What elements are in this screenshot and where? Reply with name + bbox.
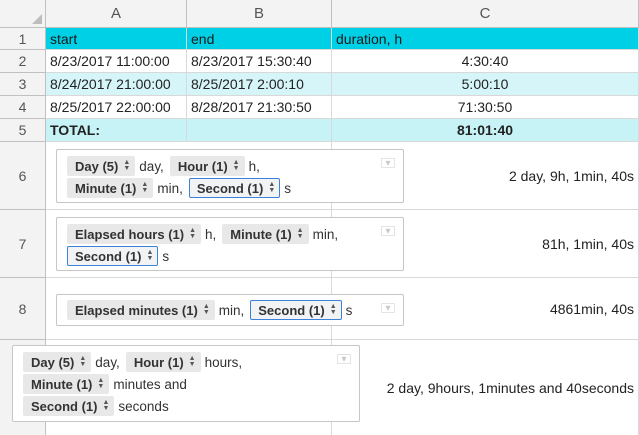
row-header-3[interactable]: 3 (0, 73, 46, 96)
cell-end[interactable]: 8/28/2017 21:30:50 (187, 96, 332, 119)
hour-separator[interactable]: h, (249, 159, 260, 174)
chip-arrows-icon: ▲ ▼ (102, 399, 110, 412)
select-all-corner[interactable] (0, 0, 46, 28)
chip-arrows-icon: ▲ ▼ (189, 227, 197, 240)
cell-duration[interactable]: 71:30:50 (332, 96, 639, 119)
cell-start[interactable]: 8/25/2017 22:00:00 (46, 96, 187, 119)
chip-arrows-icon: ▲ ▼ (202, 303, 210, 316)
format-editor-r8[interactable]: ▾ Elapsed minutes (1) ▲ ▼ min, Second (1) ▲… (56, 294, 404, 326)
hour-chip[interactable]: Hour (1) ▲ ▼ (169, 156, 245, 176)
second-separator[interactable]: s (346, 303, 353, 318)
cell-start[interactable]: 8/24/2017 21:00:00 (46, 73, 187, 96)
dropdown-icon[interactable]: ▾ (381, 158, 395, 169)
second-chip[interactable]: Second (1) ▲ ▼ (250, 300, 342, 320)
row-header-1[interactable]: 1 (0, 28, 46, 50)
row-header-8[interactable]: 8 (0, 278, 46, 340)
hour-separator[interactable]: hours, (205, 355, 243, 370)
day-chip[interactable]: Day (5) ▲ ▼ (23, 352, 92, 372)
total-label[interactable]: TOTAL: (46, 119, 187, 142)
minute-separator[interactable]: min, (157, 181, 183, 196)
cell-end[interactable]: 8/23/2017 15:30:40 (187, 50, 332, 73)
total-empty-cell[interactable] (187, 119, 332, 142)
cell-duration[interactable]: 5:00:10 (332, 73, 639, 96)
row-header-4[interactable]: 4 (0, 96, 46, 119)
column-header-b[interactable]: B (187, 0, 332, 28)
row-header-5[interactable]: 5 (0, 119, 46, 142)
header-start[interactable]: start (46, 28, 187, 50)
chip-arrows-icon: ▲ ▼ (79, 355, 87, 368)
second-chip[interactable]: Second (1) ▲ ▼ (188, 178, 281, 198)
minutes-separator[interactable]: min, (219, 303, 245, 318)
second-chip[interactable]: Second (1) ▲ ▼ (67, 246, 159, 266)
day-separator[interactable]: day, (95, 355, 120, 370)
hours-separator[interactable]: h, (205, 227, 216, 242)
day-chip[interactable]: Day (5) ▲ ▼ (67, 156, 136, 176)
column-header-c[interactable]: C (332, 0, 639, 28)
chip-arrows-icon: ▲ ▼ (232, 159, 240, 172)
cell-start[interactable]: 8/23/2017 11:00:00 (46, 50, 187, 73)
dropdown-icon[interactable]: ▾ (381, 303, 395, 314)
row-header-6[interactable]: 6 (0, 142, 46, 210)
second-separator[interactable]: s (284, 181, 291, 196)
header-duration[interactable]: duration, h (332, 28, 639, 50)
chip-arrows-icon: ▲ ▼ (329, 303, 337, 316)
row-header-7[interactable]: 7 (0, 210, 46, 278)
format-editor-r6[interactable]: ▾ Day (5) ▲ ▼ day, Hour (1) ▲ ▼ h, Minute (1… (56, 149, 404, 203)
dropdown-icon[interactable]: ▾ (337, 354, 351, 365)
cell-end[interactable]: 8/25/2017 2:00:10 (187, 73, 332, 96)
chip-arrows-icon: ▲ ▼ (146, 249, 154, 262)
format-editor-r9[interactable]: ▾ Day (5) ▲ ▼ day, Hour (1) ▲ ▼ hours, Minut… (12, 345, 360, 422)
dropdown-icon[interactable]: ▾ (381, 226, 395, 237)
chip-arrows-icon: ▲ ▼ (296, 227, 304, 240)
minute-chip[interactable]: Minute (1) ▲ ▼ (222, 224, 309, 244)
minute-separator[interactable]: min, (313, 227, 339, 242)
minute-chip[interactable]: Minute (1) ▲ ▼ (23, 374, 110, 394)
row-header-2[interactable]: 2 (0, 50, 46, 73)
minute-separator[interactable]: minutes and (113, 377, 187, 392)
chip-arrows-icon: ▲ ▼ (268, 181, 276, 194)
corner-triangle-icon (32, 14, 42, 24)
day-separator[interactable]: day, (139, 159, 164, 174)
header-end[interactable]: end (187, 28, 332, 50)
elapsed-hours-chip[interactable]: Elapsed hours (1) ▲ ▼ (67, 224, 202, 244)
elapsed-minutes-chip[interactable]: Elapsed minutes (1) ▲ ▼ (67, 300, 215, 320)
minute-chip[interactable]: Minute (1) ▲ ▼ (67, 178, 154, 198)
chip-arrows-icon: ▲ ▼ (141, 181, 149, 194)
cell-duration[interactable]: 4:30:40 (332, 50, 639, 73)
column-header-a[interactable]: A (46, 0, 187, 28)
chip-arrows-icon: ▲ ▼ (123, 159, 131, 172)
total-value[interactable]: 81:01:40 (332, 119, 639, 142)
chip-arrows-icon: ▲ ▼ (97, 377, 105, 390)
chip-arrows-icon: ▲ ▼ (188, 355, 196, 368)
format-editor-r7[interactable]: ▾ Elapsed hours (1) ▲ ▼ h, Minute (1) ▲ ▼ mi… (56, 217, 404, 271)
second-separator[interactable]: s (162, 249, 169, 264)
result-r9[interactable]: 2 day, 9hours, 1minutes and 40seconds (332, 340, 639, 435)
second-chip[interactable]: Second (1) ▲ ▼ (23, 396, 115, 416)
second-separator[interactable]: seconds (118, 399, 168, 414)
hour-chip[interactable]: Hour (1) ▲ ▼ (125, 352, 201, 372)
